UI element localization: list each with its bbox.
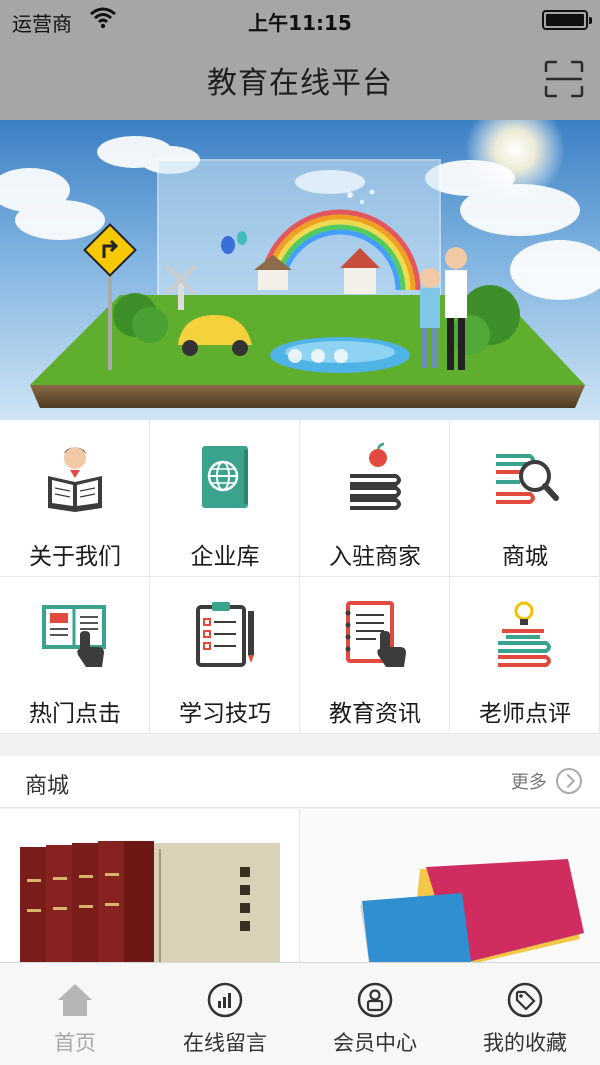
tab-label: 首页	[54, 1031, 96, 1055]
shop-section-header: 商城 更多	[0, 756, 600, 808]
tab-label: 在线留言	[183, 1031, 267, 1055]
tab-label: 会员中心	[333, 1031, 417, 1055]
grid-item-mall[interactable]: 商城	[450, 420, 600, 577]
clock: 上午11:15	[248, 11, 352, 35]
product-image	[300, 809, 600, 969]
grid-item-label: 教育资讯	[329, 701, 421, 727]
grid-item-label: 关于我们	[29, 544, 121, 570]
globe-book-icon	[202, 446, 248, 508]
banner-illustration	[0, 120, 600, 408]
grid-item-label: 企业库	[190, 544, 260, 570]
grid-item-label: 学习技巧	[179, 701, 271, 727]
apple-books-icon	[350, 442, 401, 510]
grid-item-hot-clicks[interactable]: 热门点击	[0, 577, 150, 734]
member-icon	[357, 982, 393, 1018]
tab-bar: 首页 在线留言 会员中心 我的收藏	[0, 962, 600, 1065]
arrow-right-circle-icon	[556, 768, 582, 794]
grid-item-label: 商城	[502, 544, 548, 570]
grid-item-education-news[interactable]: 教育资讯	[300, 577, 450, 734]
tab-online-message[interactable]: 在线留言	[150, 963, 300, 1065]
notebook-hand-icon	[345, 601, 406, 667]
product-list	[0, 809, 600, 969]
product-image	[20, 841, 280, 969]
home-icon	[58, 984, 92, 1016]
banner-image[interactable]	[0, 120, 600, 420]
books-magnifier-icon	[496, 454, 559, 504]
page-title: 教育在线平台	[207, 66, 393, 101]
battery-icon	[542, 10, 592, 30]
grid-item-enterprise-library[interactable]: 企业库	[150, 420, 300, 577]
tab-my-favorites[interactable]: 我的收藏	[450, 963, 600, 1065]
chart-circle-icon	[207, 982, 243, 1018]
clipboard-pencil-icon	[196, 602, 254, 667]
more-link[interactable]: 更多	[511, 768, 582, 796]
more-label: 更多	[510, 772, 547, 793]
grid-item-label: 热门点击	[29, 701, 121, 727]
section-title: 商城	[25, 774, 70, 799]
grid-item-label: 入驻商家	[329, 544, 421, 570]
grid-item-merchant-join[interactable]: 入驻商家	[300, 420, 450, 577]
tab-label: 我的收藏	[483, 1031, 567, 1055]
product-card-notebooks[interactable]	[300, 809, 600, 969]
grid-item-teacher-review[interactable]: 老师点评	[450, 577, 600, 734]
scan-icon[interactable]	[544, 60, 584, 98]
grid-item-label: 老师点评	[479, 701, 571, 727]
lightbulb-books-icon	[498, 601, 551, 667]
product-card-classics-books[interactable]	[0, 809, 300, 969]
book-hand-icon	[42, 605, 106, 667]
grid-item-about-us[interactable]: 关于我们	[0, 420, 150, 577]
tab-member-center[interactable]: 会员中心	[300, 963, 450, 1065]
tag-icon	[507, 982, 543, 1018]
tab-home[interactable]: 首页	[0, 963, 150, 1065]
reading-person-icon	[48, 447, 102, 512]
function-grid: 关于我们 企业库 入驻商家 商城 热门点击 学习技巧 教育资讯 老师点评	[0, 420, 600, 734]
status-bar: 运营商 上午11:15	[0, 0, 600, 40]
grid-item-study-tips[interactable]: 学习技巧	[150, 577, 300, 734]
top-bar: 运营商 上午11:15 教育在线平台	[0, 0, 600, 120]
